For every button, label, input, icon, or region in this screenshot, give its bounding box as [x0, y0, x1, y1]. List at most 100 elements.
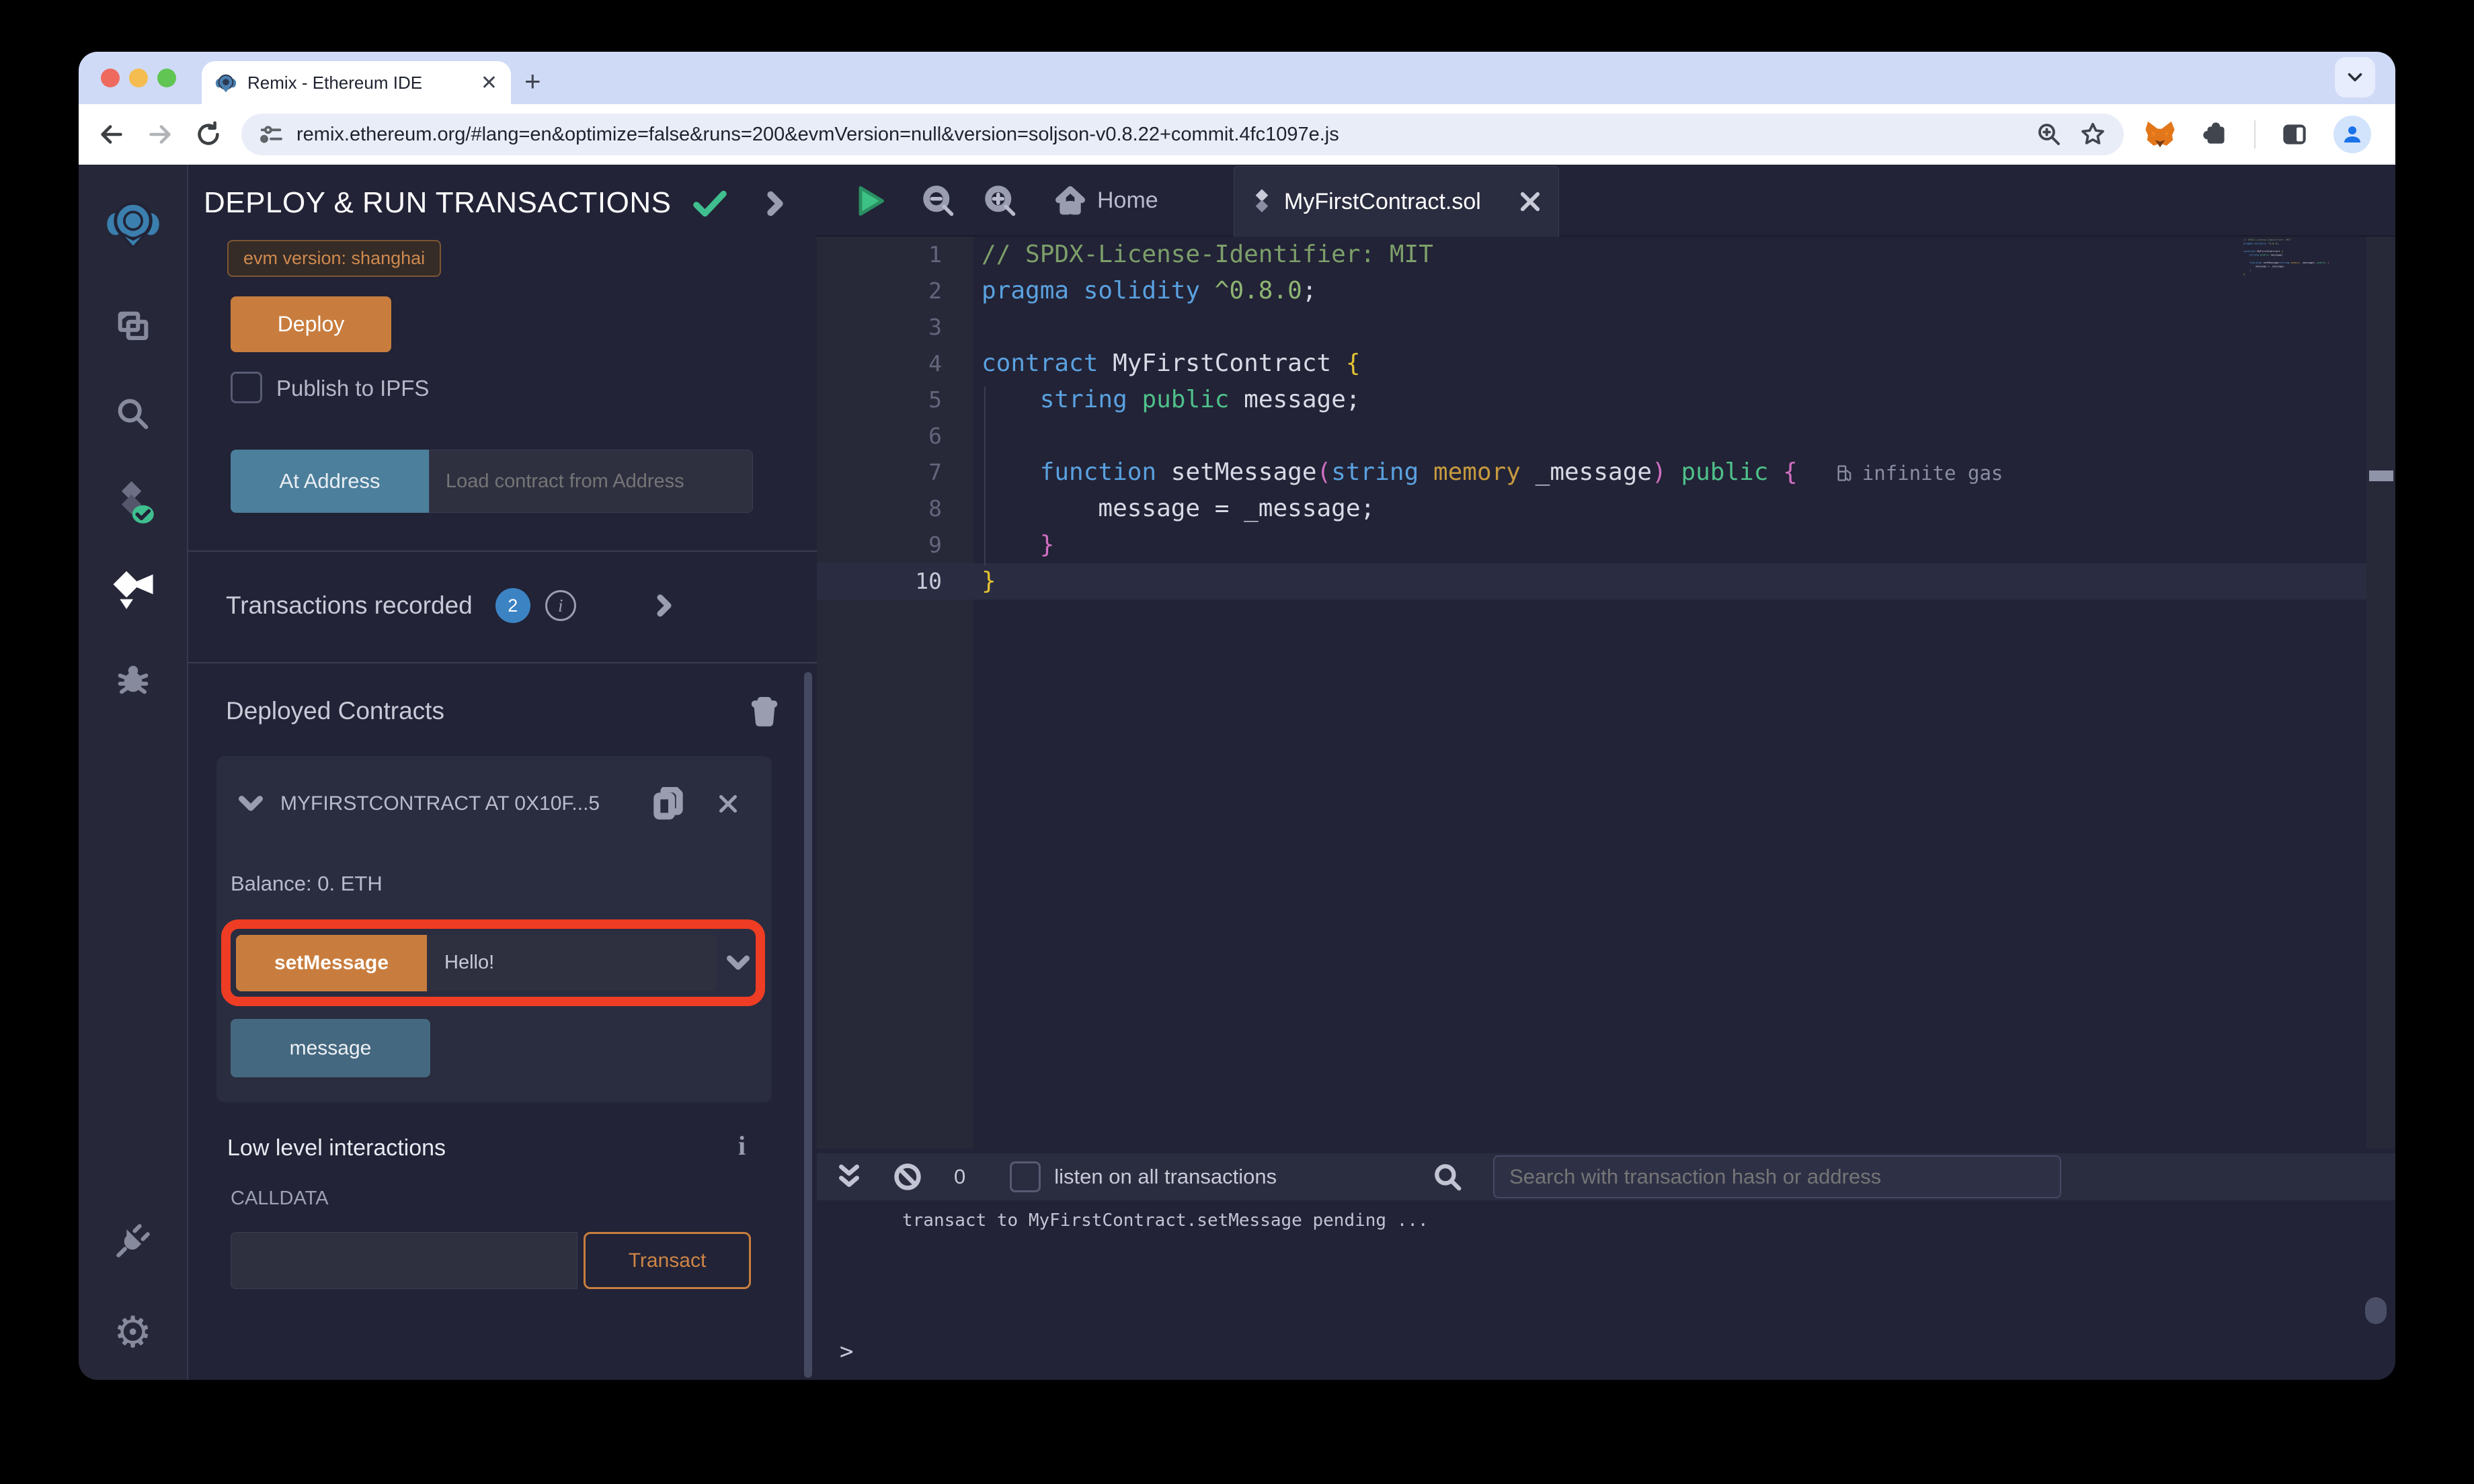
- chevron-down-icon: [2348, 73, 2362, 82]
- expand-args-chevron-icon[interactable]: [727, 955, 750, 971]
- set-message-input[interactable]: [427, 934, 717, 991]
- terminal-prompt[interactable]: >: [840, 1338, 853, 1365]
- deploy-run-icon[interactable]: [112, 569, 155, 611]
- collapse-chevron-down-icon[interactable]: [239, 795, 263, 813]
- transactions-recorded-label: Transactions recorded: [226, 591, 473, 619]
- highlight-annotation-box: setMessage: [221, 919, 765, 1006]
- transactions-recorded-row: Transactions recorded 2 i: [226, 588, 674, 623]
- search-icon[interactable]: [114, 395, 153, 434]
- listen-all-label[interactable]: listen on all transactions: [1054, 1165, 1277, 1189]
- toolbar-extensions: ⋮: [2144, 116, 2395, 153]
- terminal-search-field[interactable]: [1493, 1155, 2062, 1198]
- toolbar-separator: [2254, 120, 2256, 149]
- browser-menu-button[interactable]: ⋮: [2394, 123, 2395, 146]
- new-tab-button[interactable]: +: [524, 67, 541, 95]
- side-panel-icon[interactable]: [2278, 118, 2311, 151]
- publish-ipfs-checkbox[interactable]: [231, 372, 262, 403]
- file-explorer-icon[interactable]: [114, 307, 153, 346]
- solidity-compiler-icon[interactable]: [112, 479, 155, 526]
- zoom-out-icon[interactable]: [921, 183, 956, 218]
- calldata-input[interactable]: [231, 1232, 577, 1289]
- editor-scroll-strip[interactable]: [2366, 237, 2395, 1149]
- editor-tabbar: Home MyFirstContract.sol: [817, 165, 2395, 237]
- panel-title: DEPLOY & RUN TRANSACTIONS: [204, 186, 672, 219]
- browser-tab[interactable]: Remix - Ethereum IDE ✕: [202, 61, 511, 104]
- terminal-search-input[interactable]: [1494, 1165, 2049, 1189]
- fullscreen-window-button[interactable]: [157, 69, 176, 87]
- plugin-manager-icon[interactable]: [114, 1221, 153, 1260]
- terminal: 0 listen on all transactions transact to…: [817, 1149, 2395, 1380]
- person-icon: [2344, 126, 2360, 142]
- minimize-window-button[interactable]: [129, 69, 148, 87]
- panel-collapse-chevron-icon[interactable]: [763, 190, 787, 217]
- screenshot-stage: Remix - Ethereum IDE ✕ + remix.ethereum.…: [0, 0, 2474, 1484]
- transact-button[interactable]: Transact: [584, 1232, 751, 1289]
- url-text[interactable]: remix.ethereum.org/#lang=en&optimize=fal…: [296, 124, 2020, 146]
- at-address-button[interactable]: At Address: [231, 450, 429, 513]
- clear-console-icon[interactable]: [892, 1161, 923, 1192]
- minimap[interactable]: // SPDX-License-Identifier: MIT pragma so…: [2243, 238, 2366, 345]
- browser-toolbar: remix.ethereum.org/#lang=en&optimize=fal…: [79, 104, 2395, 165]
- code-area[interactable]: 1// SPDX-License-Identifier: MIT 2 pragma …: [817, 237, 2395, 1149]
- compile-success-check-icon: [693, 190, 727, 217]
- refresh-button[interactable]: [193, 119, 224, 150]
- site-settings-icon[interactable]: [257, 121, 284, 148]
- code-editor: Home MyFirstContract.sol 1// SPDX-Licens…: [817, 165, 2395, 1149]
- divider: [188, 550, 817, 552]
- listen-all-checkbox[interactable]: [1010, 1161, 1041, 1192]
- solidity-file-icon: [1255, 189, 1269, 212]
- gas-annotation: infinite gas: [1862, 462, 2003, 485]
- publish-ipfs-label[interactable]: Publish to IPFS: [276, 376, 429, 401]
- icon-rail: ⚙: [79, 165, 188, 1380]
- forward-button[interactable]: [145, 119, 175, 150]
- zoom-in-icon[interactable]: [983, 183, 1018, 218]
- message-getter-button[interactable]: message: [231, 1019, 430, 1077]
- remix-app: ⚙ DEPLOY & RUN TRANSACTIONS evm version:…: [79, 165, 2395, 1380]
- deploy-run-panel: DEPLOY & RUN TRANSACTIONS evm version: s…: [188, 165, 817, 1380]
- debugger-icon[interactable]: [114, 659, 153, 698]
- profile-avatar[interactable]: [2333, 116, 2371, 153]
- back-button[interactable]: [96, 119, 127, 150]
- zoom-page-icon[interactable]: [2035, 120, 2063, 149]
- collapse-terminal-icon[interactable]: [836, 1162, 863, 1192]
- info-icon[interactable]: i: [545, 590, 576, 621]
- home-icon: [1055, 186, 1085, 214]
- browser-tabstrip: Remix - Ethereum IDE ✕ +: [79, 52, 2395, 104]
- close-window-button[interactable]: [101, 69, 120, 87]
- remove-contract-icon[interactable]: [718, 794, 738, 814]
- run-script-icon[interactable]: [852, 183, 887, 218]
- browser-window: Remix - Ethereum IDE ✕ + remix.ethereum.…: [79, 52, 2395, 1380]
- home-tab-label: Home: [1097, 188, 1158, 213]
- evm-version-badge: evm version: shanghai: [227, 240, 442, 277]
- terminal-scroll-thumb[interactable]: [2365, 1297, 2387, 1324]
- tab-close-icon[interactable]: ✕: [481, 71, 497, 95]
- trash-icon[interactable]: [750, 696, 779, 727]
- indent-guide: [984, 386, 986, 565]
- settings-gear-icon[interactable]: ⚙: [114, 1307, 152, 1358]
- set-message-button[interactable]: setMessage: [236, 934, 427, 991]
- url-bar[interactable]: remix.ethereum.org/#lang=en&optimize=fal…: [241, 114, 2124, 155]
- close-tab-icon[interactable]: [1519, 191, 1541, 212]
- deploy-button[interactable]: Deploy: [231, 296, 391, 352]
- tab-home[interactable]: Home: [1042, 165, 1172, 237]
- code-lines: 1// SPDX-License-Identifier: MIT 2 pragma …: [817, 237, 2366, 600]
- gas-pump-icon: [1837, 465, 1851, 481]
- overview-ruler-mark: [2369, 470, 2393, 481]
- tab-search-button[interactable]: [2335, 57, 2375, 97]
- file-tab-label: MyFirstContract.sol: [1284, 188, 1481, 214]
- transactions-count-badge: 2: [495, 588, 530, 623]
- expand-chevron-icon[interactable]: [654, 593, 674, 618]
- tab-myfirstcontract[interactable]: MyFirstContract.sol: [1234, 166, 1559, 237]
- panel-scrollbar[interactable]: [804, 672, 812, 1378]
- metamask-icon[interactable]: [2144, 118, 2176, 151]
- terminal-log-line: transact to MyFirstContract.setMessage p…: [902, 1210, 1429, 1231]
- extensions-puzzle-icon[interactable]: [2199, 118, 2231, 151]
- contract-balance: Balance: 0. ETH: [231, 872, 383, 895]
- contract-card-header[interactable]: MYFIRSTCONTRACT AT 0X10F...5: [239, 787, 756, 821]
- copy-address-icon[interactable]: [653, 787, 683, 821]
- low-level-info-icon[interactable]: i: [738, 1130, 746, 1161]
- remix-logo-icon[interactable]: [106, 196, 160, 249]
- bookmark-star-icon[interactable]: [2078, 120, 2108, 149]
- at-address-input[interactable]: [429, 450, 753, 513]
- terminal-search-icon: [1435, 1164, 1462, 1191]
